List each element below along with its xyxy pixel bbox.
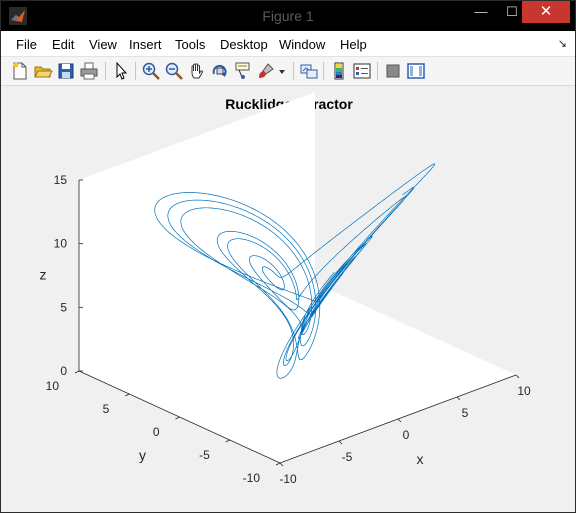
new-figure-icon[interactable] (10, 61, 30, 81)
y-axis-label: y (139, 447, 146, 463)
toolbar-separator (135, 62, 136, 80)
y-tick (125, 393, 130, 397)
x-tick-label: -5 (342, 450, 353, 464)
y-tick (225, 439, 230, 443)
x-tick (515, 374, 520, 379)
toolbar-separator (377, 62, 378, 80)
menu-file[interactable]: File (16, 37, 37, 52)
close-button[interactable]: ✕ (522, 1, 570, 23)
x-tick-label: 0 (403, 428, 410, 442)
link-plot-icon[interactable] (299, 61, 319, 81)
x-axis-label: x (417, 451, 424, 467)
insert-colorbar-icon[interactable] (329, 61, 349, 81)
menu-desktop[interactable]: Desktop (220, 37, 268, 52)
zoom-out-icon[interactable] (164, 61, 184, 81)
zoom-in-icon[interactable] (141, 61, 161, 81)
x-tick (279, 462, 284, 467)
figure-window: Figure 1 — ☐ ✕ File Edit View Insert Too… (0, 0, 576, 513)
print-icon[interactable] (79, 61, 99, 81)
axes-background (79, 92, 516, 463)
toolbar-separator (105, 62, 106, 80)
data-cursor-icon[interactable] (233, 61, 253, 81)
x-tick-label: 5 (462, 406, 469, 420)
y-tick (175, 416, 180, 420)
hide-plot-tools-icon[interactable] (383, 61, 403, 81)
menu-bar: File Edit View Insert Tools Desktop Wind… (1, 31, 575, 57)
title-bar[interactable]: Figure 1 — ☐ ✕ (1, 1, 575, 31)
toolbar-separator (323, 62, 324, 80)
x-tick-label: -10 (279, 472, 297, 486)
figure-toolbar (1, 57, 575, 86)
z-tick-label: 15 (54, 173, 68, 187)
y-tick-label: 5 (103, 402, 110, 416)
open-file-icon[interactable] (33, 61, 53, 81)
menu-insert[interactable]: Insert (129, 37, 162, 52)
z-axis-label: z (40, 267, 47, 283)
menu-view[interactable]: View (89, 37, 117, 52)
y-tick (275, 462, 281, 466)
rotate-3d-icon[interactable] (210, 61, 230, 81)
menu-edit[interactable]: Edit (52, 37, 74, 52)
brush-dropdown-icon[interactable] (277, 61, 287, 81)
x-tick (397, 418, 402, 423)
x-tick-label: 10 (517, 384, 531, 398)
x-tick (338, 440, 343, 445)
y-tick-label: -5 (199, 448, 210, 462)
y-tick-label: -10 (243, 471, 261, 485)
z-tick-label: 10 (54, 237, 68, 251)
brush-icon[interactable] (256, 61, 276, 81)
pan-hand-icon[interactable] (187, 61, 207, 81)
dock-figure-icon[interactable]: ↘ (558, 37, 567, 50)
menu-window[interactable]: Window (279, 37, 325, 52)
toolbar-separator (293, 62, 294, 80)
minimize-button[interactable]: — (468, 1, 494, 23)
y-tick-label: 0 (153, 425, 160, 439)
y-tick (74, 370, 80, 374)
z-tick-label: 0 (60, 364, 67, 378)
menu-help[interactable]: Help (340, 37, 367, 52)
show-plot-tools-icon[interactable] (406, 61, 426, 81)
axes-3d[interactable]: -10-50510-10-50510051015 x y z (1, 86, 575, 512)
z-tick-label: 5 (60, 300, 67, 314)
x-tick (456, 396, 461, 401)
save-icon[interactable] (56, 61, 76, 81)
axes-box (78, 92, 517, 464)
insert-legend-icon[interactable] (352, 61, 372, 81)
edit-plot-arrow-icon[interactable] (111, 61, 131, 81)
menu-tools[interactable]: Tools (175, 37, 205, 52)
figure-canvas[interactable]: Rucklidge attractor -10-50510-10-5051005… (1, 86, 575, 512)
y-tick-label: 10 (46, 379, 60, 393)
